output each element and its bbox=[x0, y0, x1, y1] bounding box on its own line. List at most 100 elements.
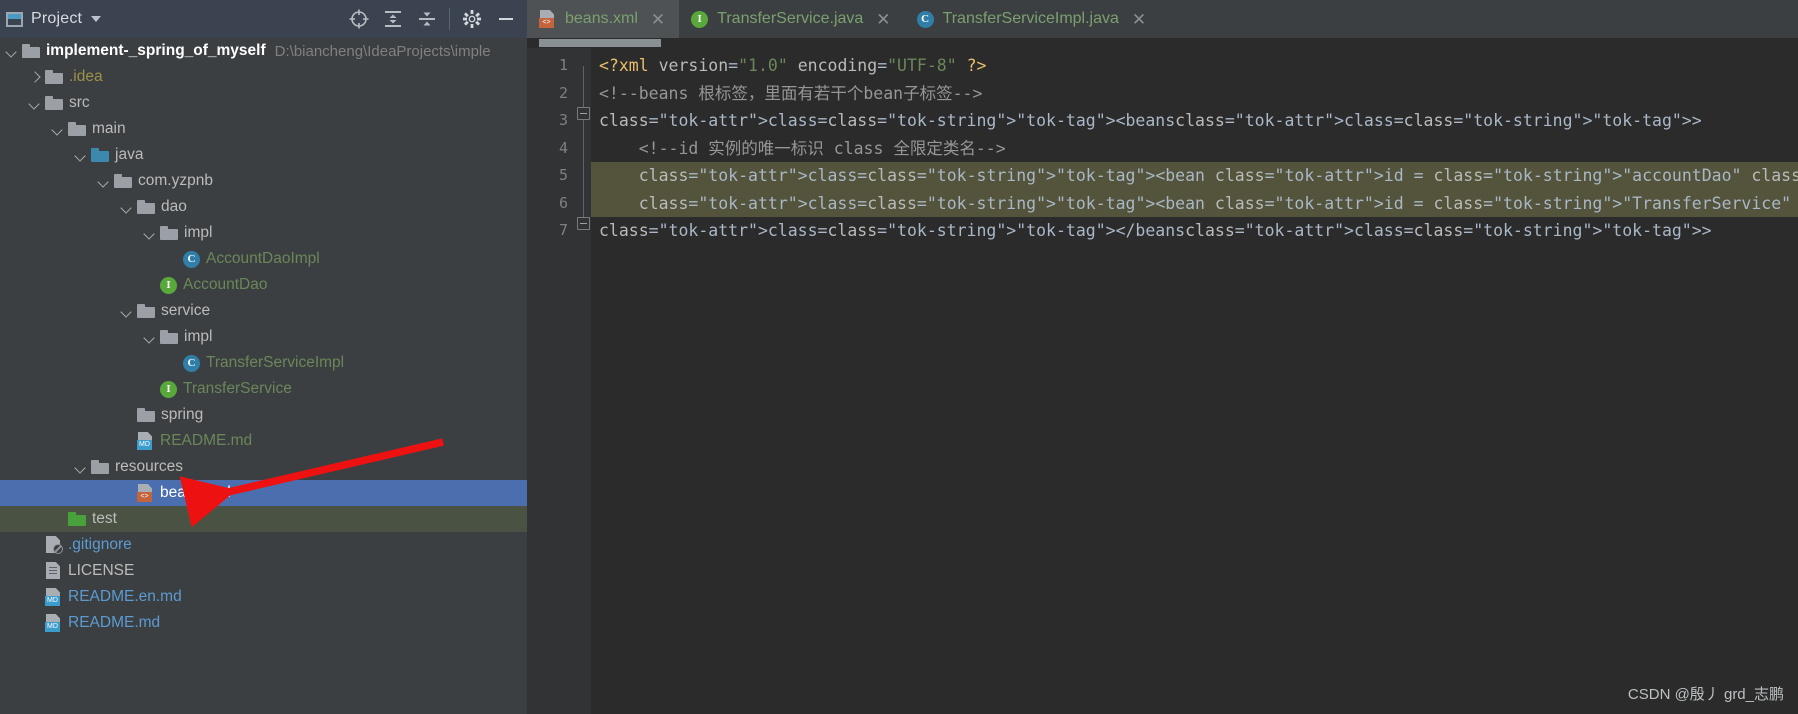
markdown-file-icon: MD bbox=[45, 614, 62, 632]
chevron-down-icon[interactable] bbox=[119, 303, 135, 319]
tree-item-transferserviceimpl[interactable]: C TransferServiceImpl bbox=[0, 350, 527, 376]
tree-item-readme-en-md[interactable]: MD README.en.md bbox=[0, 584, 527, 610]
chevron-down-icon[interactable] bbox=[27, 95, 43, 111]
folder-icon bbox=[45, 96, 63, 110]
code-line[interactable]: class="tok-attr">class=class="tok-string… bbox=[591, 162, 1798, 190]
tree-item-dao[interactable]: dao bbox=[0, 194, 527, 220]
tree-item-idea[interactable]: .idea bbox=[0, 64, 527, 90]
tree-item-gitignore[interactable]: .gitignore bbox=[0, 532, 527, 558]
chevron-down-icon[interactable] bbox=[119, 199, 135, 215]
settings-gear-icon[interactable] bbox=[455, 2, 489, 36]
tab-transferservice-java[interactable]: I TransferService.java ✕ bbox=[679, 0, 904, 38]
text-file-icon bbox=[45, 562, 62, 580]
code-line[interactable]: <!--id 实例的唯一标识 class 全限定类名--> bbox=[591, 135, 1798, 163]
tab-transferserviceimpl-java[interactable]: C TransferServiceImpl.java ✕ bbox=[905, 0, 1161, 38]
node-icon-wrap: MD bbox=[45, 588, 62, 606]
line-number: 1 bbox=[558, 56, 568, 74]
locate-icon[interactable] bbox=[342, 2, 376, 36]
close-icon[interactable]: ✕ bbox=[876, 11, 890, 28]
tree-item-accountdaoimpl[interactable]: C AccountDaoImpl bbox=[0, 246, 527, 272]
code-line[interactable]: class="tok-attr">class=class="tok-string… bbox=[591, 107, 1798, 135]
line-number-gutter: 1 2 3 4 5 6 7 bbox=[527, 48, 577, 714]
line-number: 3 bbox=[558, 111, 568, 129]
tree-item-src[interactable]: src bbox=[0, 90, 527, 116]
code-line[interactable]: <!--beans 根标签，里面有若干个bean子标签--> bbox=[591, 80, 1798, 108]
fold-marker-open[interactable] bbox=[577, 107, 590, 120]
code-line[interactable]: <?xml version="1.0" encoding="UTF-8" ?> bbox=[591, 52, 1798, 80]
tree-item-label: .gitignore bbox=[68, 536, 132, 553]
chevron-down-icon[interactable] bbox=[142, 329, 158, 345]
tree-item-resources[interactable]: resources bbox=[0, 454, 527, 480]
tree-item-accountdao[interactable]: I AccountDao bbox=[0, 272, 527, 298]
chevron-down-icon[interactable] bbox=[73, 459, 89, 475]
tree-item-label: README.md bbox=[160, 432, 253, 449]
tree-item-license[interactable]: LICENSE bbox=[0, 558, 527, 584]
package-folder-icon bbox=[114, 174, 132, 188]
tab-beans-xml[interactable]: <> beans.xml ✕ bbox=[527, 0, 680, 38]
code-folding-gutter[interactable] bbox=[577, 48, 591, 714]
tree-item-beans-xml[interactable]: <> beans.xml bbox=[0, 480, 527, 506]
ide-window: Project <> beans.xml ✕ I TransferService… bbox=[0, 0, 1798, 714]
project-tree[interactable]: implement-_spring_of_myself D:\biancheng\… bbox=[0, 38, 527, 714]
tree-item-com-yzpnb[interactable]: com.yzpnb bbox=[0, 168, 527, 194]
chevron-down-icon[interactable] bbox=[142, 225, 158, 241]
chevron-right-icon[interactable] bbox=[27, 69, 43, 85]
chevron-down-icon[interactable] bbox=[4, 43, 20, 59]
chevron-down-icon[interactable] bbox=[50, 121, 66, 137]
hide-panel-icon[interactable] bbox=[489, 2, 523, 36]
close-icon[interactable]: ✕ bbox=[651, 11, 665, 28]
tree-item-service[interactable]: service bbox=[0, 298, 527, 324]
tree-item-project-root[interactable]: implement-_spring_of_myself D:\biancheng\… bbox=[0, 38, 527, 64]
node-icon-wrap: MD bbox=[45, 614, 62, 632]
node-icon-wrap bbox=[114, 174, 132, 188]
tree-item-dao-impl[interactable]: impl bbox=[0, 220, 527, 246]
node-icon-wrap: C bbox=[183, 250, 200, 268]
close-icon[interactable]: ✕ bbox=[1132, 11, 1146, 28]
line-number: 2 bbox=[558, 83, 568, 102]
tab-label: TransferServiceImpl.java bbox=[942, 10, 1119, 27]
tree-item-label: implement-_spring_of_myself bbox=[46, 42, 266, 59]
line-number: 4 bbox=[558, 138, 568, 157]
tree-item-label: test bbox=[92, 510, 117, 527]
xml-file-icon: <> bbox=[137, 484, 154, 502]
code-line[interactable]: class="tok-attr">class=class="tok-string… bbox=[591, 217, 1798, 245]
chevron-down-icon[interactable] bbox=[96, 173, 112, 189]
tree-item-label: AccountDaoImpl bbox=[206, 250, 320, 267]
collapse-all-icon[interactable] bbox=[410, 2, 444, 36]
scrollbar-thumb[interactable] bbox=[539, 39, 661, 47]
tab-label: beans.xml bbox=[565, 10, 638, 27]
tree-item-transferservice[interactable]: I TransferService bbox=[0, 376, 527, 402]
fold-marker-close[interactable] bbox=[577, 217, 590, 230]
tree-item-spring[interactable]: spring bbox=[0, 402, 527, 428]
node-icon-wrap bbox=[68, 512, 86, 526]
tree-item-label: AccountDao bbox=[183, 276, 268, 293]
project-panel-icon bbox=[6, 11, 23, 27]
editor-horizontal-scrollbar[interactable] bbox=[527, 38, 1798, 48]
tree-item-readme-md-inner[interactable]: MD README.md bbox=[0, 428, 527, 454]
code-content[interactable]: <?xml version="1.0" encoding="UTF-8" ?> <… bbox=[591, 48, 1798, 714]
node-icon-wrap bbox=[45, 536, 63, 554]
expand-all-icon[interactable] bbox=[376, 2, 410, 36]
node-icon-wrap bbox=[45, 96, 63, 110]
tree-item-label: main bbox=[92, 120, 126, 137]
tree-item-service-impl[interactable]: impl bbox=[0, 324, 527, 350]
package-folder-icon bbox=[137, 304, 155, 318]
class-icon: C bbox=[183, 354, 200, 372]
code-line[interactable]: class="tok-attr">class=class="tok-string… bbox=[591, 189, 1798, 217]
tree-item-java[interactable]: java bbox=[0, 142, 527, 168]
tree-item-test[interactable]: test bbox=[0, 506, 527, 532]
tree-item-readme-md[interactable]: MD README.md bbox=[0, 610, 527, 636]
line-number: 6 bbox=[558, 193, 568, 212]
chevron-down-icon[interactable] bbox=[91, 16, 102, 22]
chevron-down-icon[interactable] bbox=[73, 147, 89, 163]
tree-item-main[interactable]: main bbox=[0, 116, 527, 142]
package-folder-icon bbox=[137, 408, 155, 422]
package-folder-icon bbox=[137, 200, 155, 214]
